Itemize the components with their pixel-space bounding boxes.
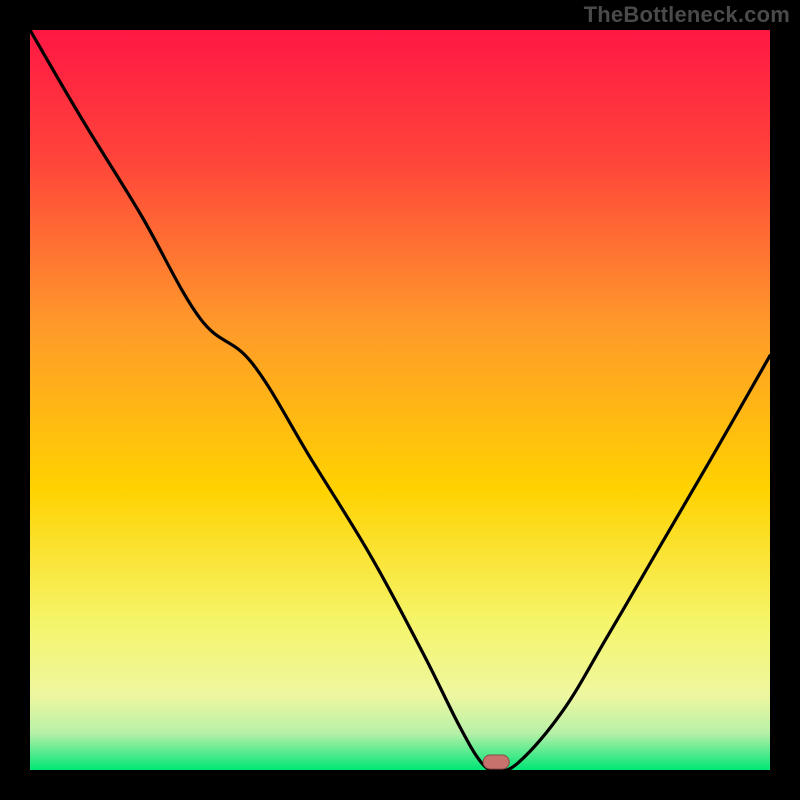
chart-container: TheBottleneck.com (0, 0, 800, 800)
gradient-background (30, 30, 770, 770)
plot-area (30, 30, 770, 770)
bottleneck-plot-svg (30, 30, 770, 770)
optimal-marker (483, 755, 509, 769)
watermark-text: TheBottleneck.com (584, 2, 790, 28)
